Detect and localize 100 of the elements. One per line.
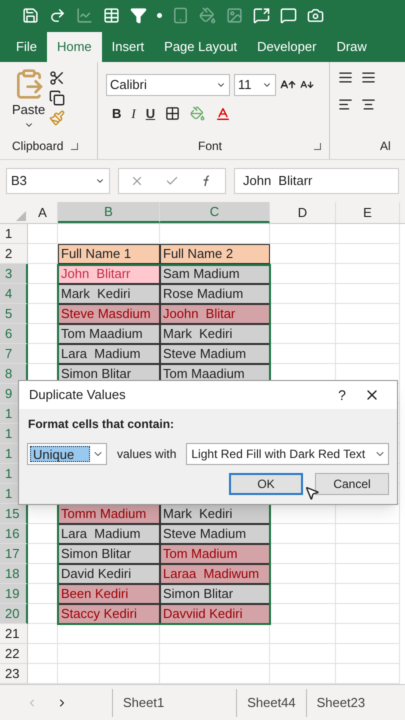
table-cell: Full Name 1 bbox=[58, 244, 160, 264]
ribbon-tab[interactable]: Draw bbox=[326, 32, 377, 62]
grid-cell bbox=[28, 624, 58, 644]
table-cell: Staccy Kediri bbox=[58, 604, 160, 624]
grid-cell bbox=[336, 244, 400, 264]
grid-cell bbox=[270, 324, 336, 344]
grid-cell bbox=[270, 304, 336, 324]
ribbon-tab[interactable]: Insert bbox=[102, 32, 154, 62]
grid-cell bbox=[336, 624, 400, 644]
form-icon[interactable] bbox=[103, 6, 120, 24]
ribbon-tab[interactable]: Developer bbox=[247, 32, 326, 62]
align-top-icon[interactable] bbox=[338, 70, 353, 85]
ok-button[interactable]: OK bbox=[229, 473, 303, 495]
table-cell: Mark Kediri bbox=[160, 504, 270, 524]
table-cell: Full Name 2 bbox=[160, 244, 270, 264]
column-header[interactable]: D bbox=[270, 202, 336, 223]
table-cell: Tomm Madium bbox=[58, 504, 160, 524]
grid-cell bbox=[336, 324, 400, 344]
grid-cell bbox=[270, 264, 336, 284]
comment-icon[interactable] bbox=[280, 6, 297, 24]
camera-icon[interactable] bbox=[307, 6, 324, 24]
mouse-cursor-icon bbox=[304, 485, 320, 501]
row-header[interactable]: 15 bbox=[0, 504, 28, 524]
align-center-icon[interactable] bbox=[361, 97, 376, 112]
redo-icon[interactable] bbox=[49, 6, 66, 24]
table-cell: Mark Kediri bbox=[160, 324, 270, 344]
row-header[interactable]: 20 bbox=[0, 604, 28, 624]
grid-cell bbox=[336, 224, 400, 244]
grid-cell bbox=[336, 584, 400, 604]
table-cell: Davviid Kediri bbox=[160, 604, 270, 624]
column-header[interactable]: E bbox=[336, 202, 400, 223]
row-header[interactable]: 21 bbox=[0, 624, 28, 644]
format-dropdown[interactable]: Light Red Fill with Dark Red Text bbox=[186, 443, 389, 465]
row-header[interactable]: 5 bbox=[0, 304, 28, 324]
table-cell: Rose Madium bbox=[160, 284, 270, 304]
table-cell: Simon Blitar bbox=[160, 584, 270, 604]
row-header[interactable]: 7 bbox=[0, 344, 28, 364]
bold-button[interactable]: B bbox=[112, 104, 122, 124]
row-header[interactable]: 3 bbox=[0, 264, 28, 284]
grid-cell bbox=[270, 644, 336, 664]
save-icon[interactable] bbox=[22, 6, 39, 24]
help-button[interactable]: ? bbox=[327, 384, 357, 406]
grid-cell bbox=[270, 524, 336, 544]
ribbon-tab[interactable]: File bbox=[6, 32, 47, 62]
row-header[interactable]: 23 bbox=[0, 664, 28, 684]
column-header[interactable]: C bbox=[160, 202, 270, 223]
dialog-launcher-icon[interactable] bbox=[314, 142, 321, 150]
grid-cell bbox=[270, 624, 336, 644]
fill-color-icon[interactable] bbox=[190, 106, 206, 122]
row-header[interactable]: 8 bbox=[0, 364, 28, 384]
rule-dropdown[interactable]: Unique bbox=[27, 443, 107, 465]
row-header[interactable]: 18 bbox=[0, 564, 28, 584]
grid-cell bbox=[336, 284, 400, 304]
sheet-tab[interactable]: Sheet23 bbox=[306, 688, 376, 716]
dialog-launcher-icon[interactable] bbox=[71, 142, 78, 150]
name-box[interactable]: B3 bbox=[6, 168, 110, 194]
sheet-tab[interactable]: Sheet44 bbox=[236, 688, 306, 716]
column-header[interactable]: B bbox=[58, 202, 160, 223]
formula-field[interactable]: John Blitarr bbox=[234, 168, 399, 194]
grid-cell bbox=[336, 544, 400, 564]
table-cell: Steve Masdium bbox=[58, 304, 160, 324]
row-header[interactable]: 2 bbox=[0, 244, 28, 264]
comment-share-icon[interactable] bbox=[253, 6, 270, 24]
align-left-icon[interactable] bbox=[338, 97, 353, 112]
prompt-label: Format cells that contain: bbox=[27, 416, 176, 433]
font-name-field[interactable]: Calibri bbox=[106, 74, 230, 96]
row-header[interactable]: 17 bbox=[0, 544, 28, 564]
scissors-icon[interactable] bbox=[49, 70, 66, 86]
paste-button[interactable]: Paste bbox=[12, 68, 46, 130]
row-header[interactable]: 6 bbox=[0, 324, 28, 344]
italic-button[interactable]: I bbox=[131, 104, 136, 124]
ribbon-tab[interactable]: Page Layout bbox=[154, 32, 248, 62]
ribbon-tab[interactable]: Home bbox=[46, 32, 102, 62]
group-label: Font bbox=[198, 138, 222, 155]
dialog-title: Duplicate Values bbox=[29, 386, 127, 404]
grid-cell bbox=[336, 304, 400, 324]
table-cell: Simon Blitar bbox=[58, 544, 160, 564]
row-header[interactable]: 1 bbox=[0, 224, 28, 244]
font-size-field[interactable]: 11 bbox=[234, 74, 276, 96]
borders-icon[interactable] bbox=[165, 106, 180, 122]
font-color-icon[interactable] bbox=[215, 106, 232, 122]
group-label: Al bbox=[380, 138, 392, 155]
table-cell: Tom Maadium bbox=[58, 324, 160, 344]
row-header[interactable]: 22 bbox=[0, 644, 28, 664]
filter-icon[interactable] bbox=[130, 6, 147, 24]
copy-icon[interactable] bbox=[49, 90, 66, 106]
grid-cell bbox=[270, 244, 336, 264]
connector-label: values with bbox=[117, 446, 176, 463]
sheet-tab[interactable]: Sheet1 bbox=[112, 688, 174, 716]
table-cell: Laraa Madiwum bbox=[160, 564, 270, 584]
align-middle-icon[interactable] bbox=[361, 70, 376, 85]
row-header[interactable]: 19 bbox=[0, 584, 28, 604]
row-header[interactable]: 16 bbox=[0, 524, 28, 544]
row-header[interactable]: 4 bbox=[0, 284, 28, 304]
grid-cell bbox=[336, 604, 400, 624]
underline-button[interactable]: U bbox=[146, 104, 156, 124]
table-cell: Lara Madium bbox=[58, 524, 160, 544]
table-cell: Lara Madium bbox=[58, 344, 160, 364]
grid-cell bbox=[336, 524, 400, 544]
cancel-button[interactable]: Cancel bbox=[315, 473, 389, 495]
